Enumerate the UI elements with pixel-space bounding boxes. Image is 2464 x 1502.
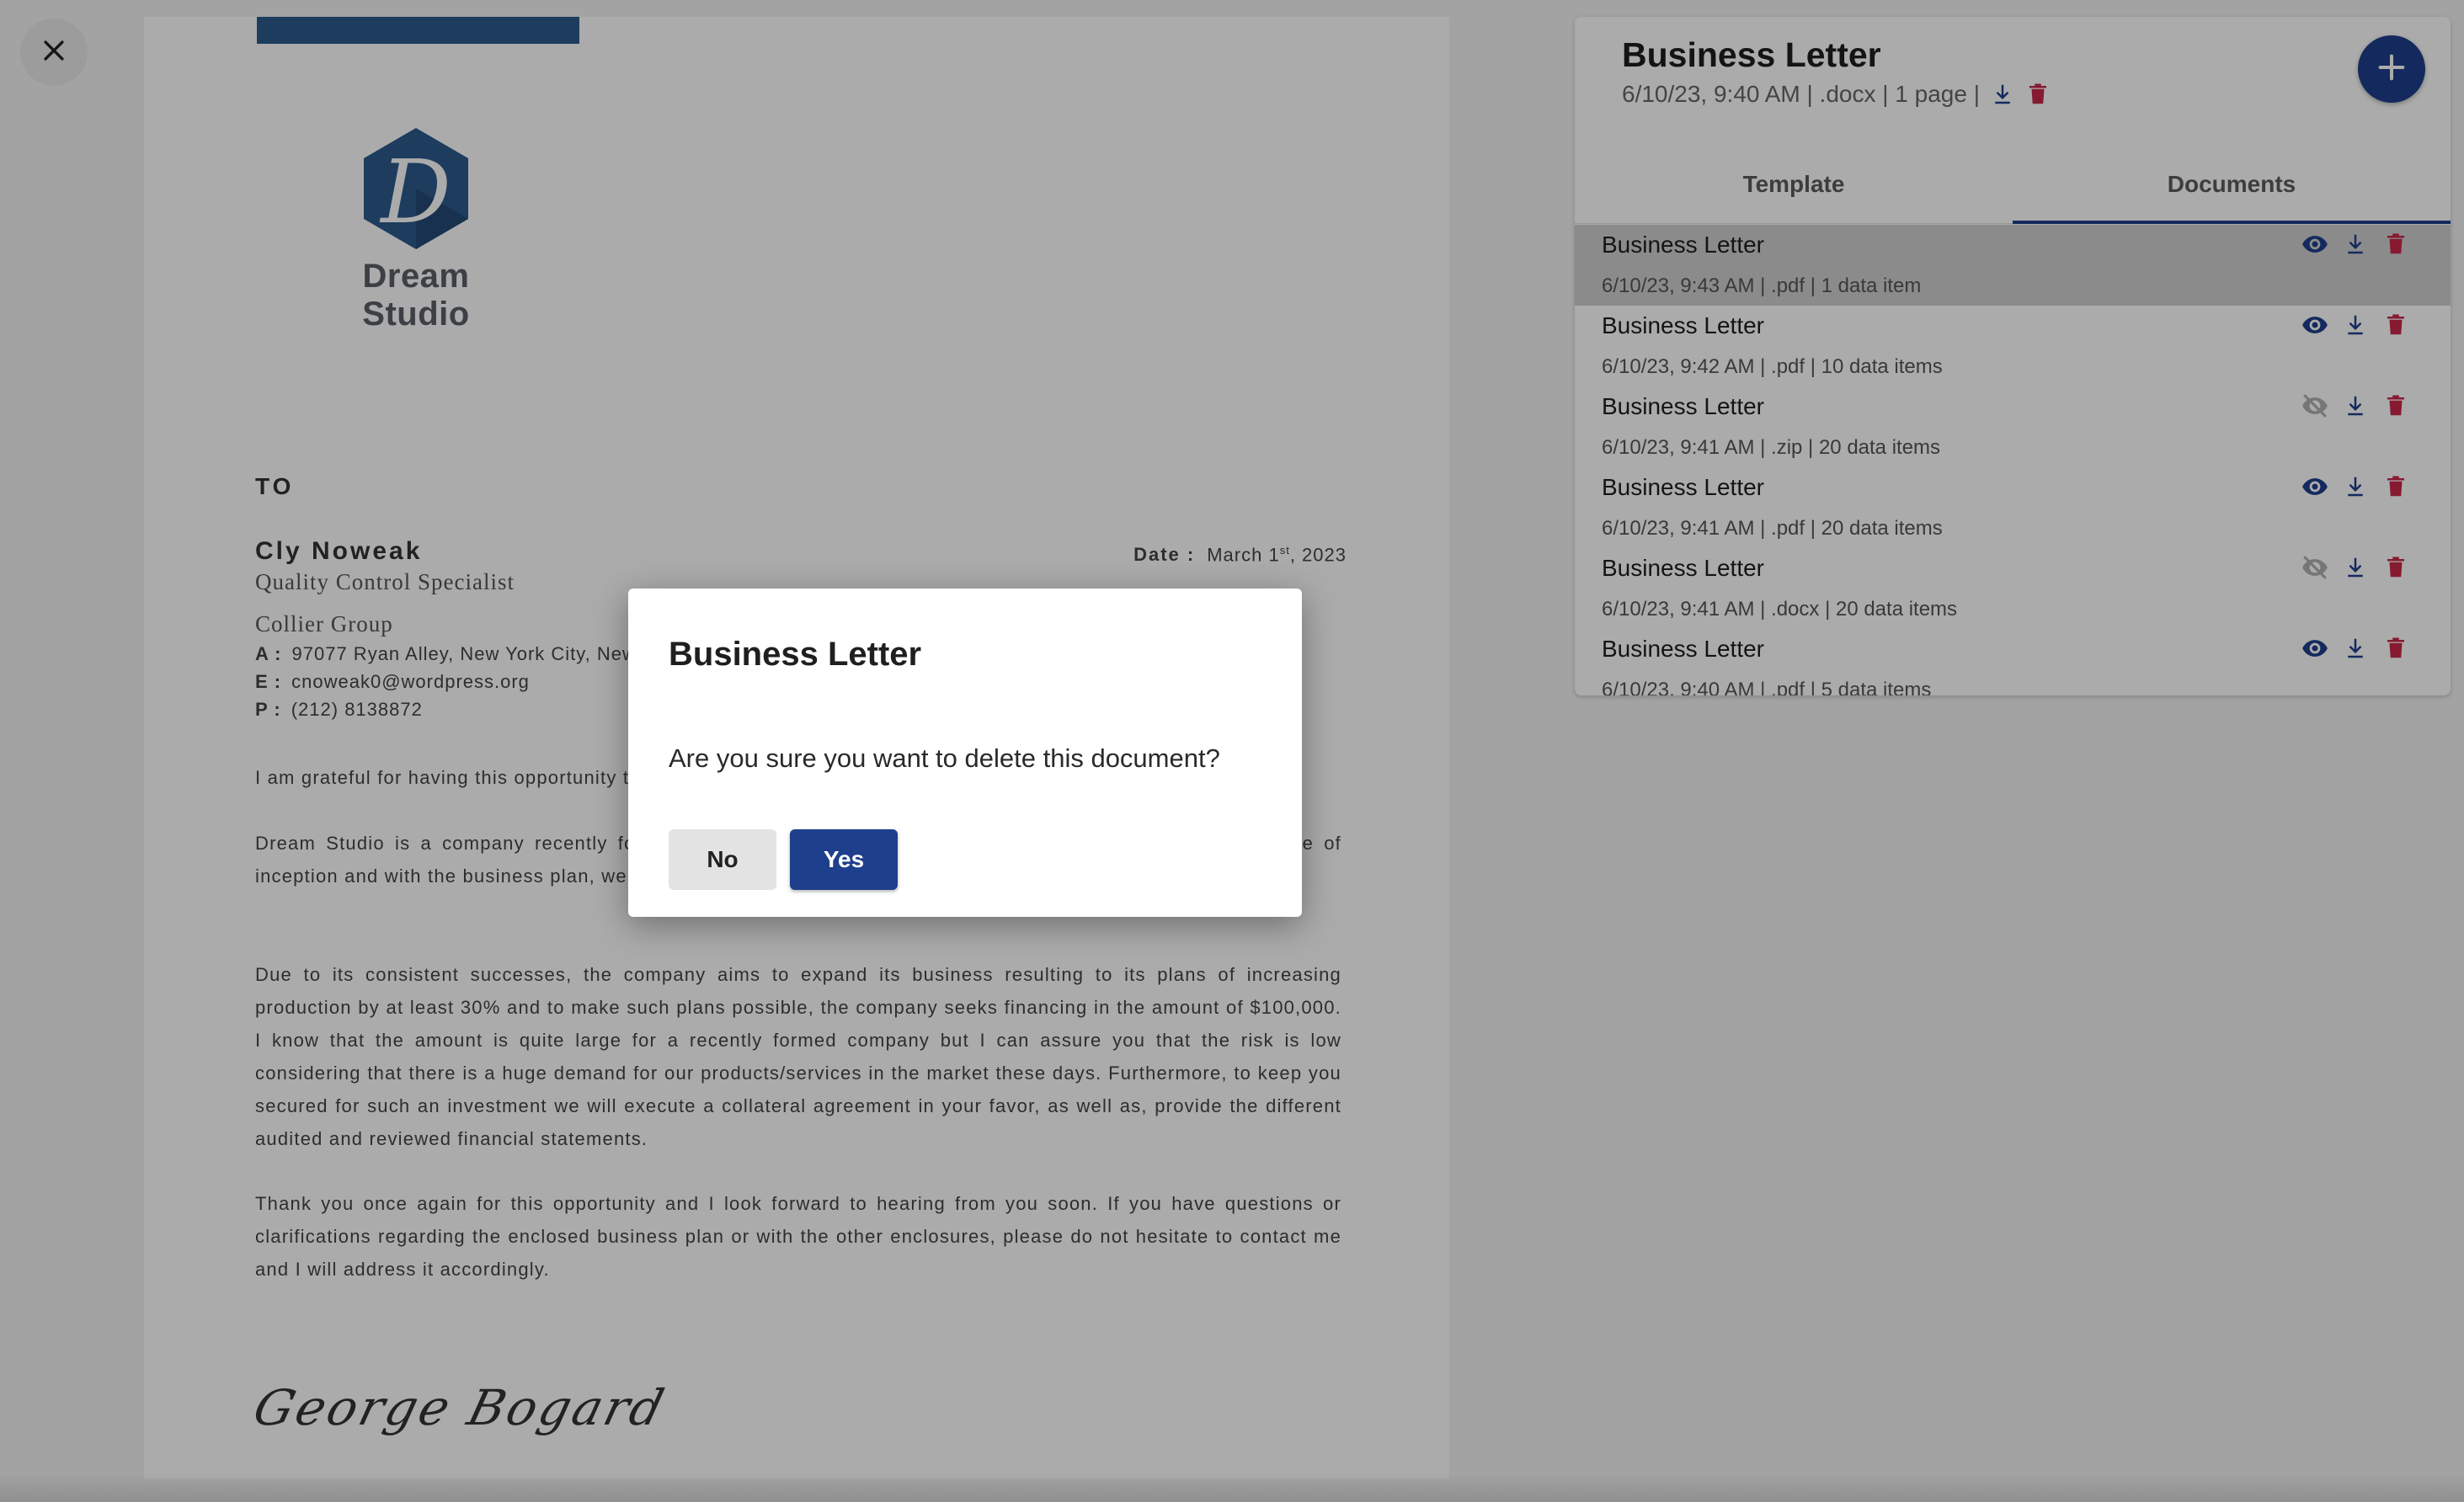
bottom-shadow (0, 1473, 2464, 1502)
no-button[interactable]: No (669, 829, 776, 890)
dialog-title: Business Letter (669, 636, 922, 673)
dialog-message: Are you sure you want to delete this doc… (669, 743, 1220, 773)
yes-button[interactable]: Yes (790, 829, 898, 890)
confirm-delete-dialog: Business Letter Are you sure you want to… (628, 589, 1302, 917)
